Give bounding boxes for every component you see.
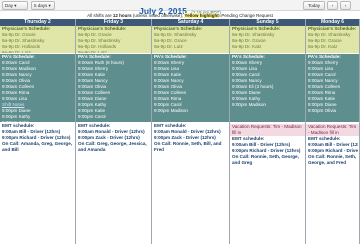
- day-header[interactable]: Thursday 2: [0, 19, 75, 26]
- info-prefix: All shifts are: [87, 13, 113, 18]
- highlight-legend-text: =Pending Change Request: [218, 13, 273, 18]
- pa-schedule[interactable]: PA's Schedule: 9:00am Sherry 9:00am Lisa 9:…: [152, 54, 229, 122]
- day-body: Physician's Schedule: 9a-9p Dr. Shastinsk…: [230, 26, 305, 244]
- day-body: Physician's Schedule: 9a-9p Dr. Gracie 9a-…: [76, 26, 151, 244]
- physician-shift: 9a-9p Dr. Lutz: [2, 50, 31, 53]
- day-header[interactable]: Friday 3: [76, 19, 151, 26]
- pa-shift: 9:00pm Madison: [232, 102, 266, 107]
- on-call-list: On Call: Ronnie, Seth, George, and Fred: [308, 154, 357, 165]
- on-call-list: On Call: Greg, George, Jessica, and Aman…: [78, 141, 147, 152]
- physician-schedule[interactable]: Physician's Schedule: 9a-9p Dr. Gracie 9a-…: [0, 26, 75, 53]
- pa-shift: 9:00pm Katie: [2, 120, 74, 122]
- physician-shift: 9a-9p Dr. Lutz: [78, 50, 107, 53]
- day-column: Thursday 2 Physician's Schedule: 9a-9p Dr.…: [0, 19, 76, 244]
- prev-icon[interactable]: ‹: [327, 1, 338, 10]
- pa-shift: 9:00pm Olivia: [308, 108, 337, 113]
- physician-schedule[interactable]: Physician's Schedule: 9a-9p Dr. Shastinsk…: [230, 26, 305, 53]
- events-section[interactable]: EMT schedule: 9:00am Bill - Driver (12hrs…: [0, 123, 75, 244]
- on-call-list: On Call: Ronnie, Seth, Bill, and Fred: [154, 141, 222, 152]
- pa-shift: 9:00pm Carol: [78, 114, 106, 119]
- day-column: Saturday 4 Physician's Schedule: 9a-9p Dr.…: [152, 19, 230, 244]
- day-column: Friday 3 Physician's Schedule: 9a-9p Dr. G…: [76, 19, 152, 244]
- physician-shift: 9a-9p Dr. Katz: [308, 44, 338, 49]
- day-body: Physician's Schedule: 9a-9p Dr. Shastinsk…: [152, 26, 229, 244]
- pa-schedule[interactable]: PA's Schedule: 9:00am Sherry 9:00am Lisa 9:…: [230, 54, 305, 122]
- day-column: Sunday 5 Physician's Schedule: 9a-9p Dr. S…: [230, 19, 306, 244]
- next-icon[interactable]: ›: [340, 1, 351, 10]
- physician-schedule[interactable]: Physician's Schedule: 9a-9p Dr. Shastinsk…: [306, 26, 359, 53]
- pa-schedule[interactable]: PA's Schedule: 9:00am Sherry 9:00am Lisa 9:…: [306, 54, 359, 122]
- toolbar: Day ▾ 5 days ▾ Today ‹ ›: [0, 0, 360, 11]
- day-header[interactable]: Saturday 4: [152, 19, 229, 26]
- calendar-grid: Thursday 2 Physician's Schedule: 9a-9p Dr.…: [0, 19, 360, 244]
- pa-shift: 9:00pm Madison: [154, 108, 188, 113]
- pa-schedule[interactable]: PA's Schedule: 9:00am Carol 9:00am Madison…: [0, 54, 75, 122]
- highlight-legend: Yellow highlight: [184, 13, 219, 18]
- info-suffix: (unless noted otherwise);: [131, 13, 185, 18]
- view-select-button[interactable]: Day ▾: [2, 1, 28, 10]
- day-header[interactable]: Monday 6: [306, 19, 359, 26]
- day-body: Physician's Schedule: 9a-9p Dr. Shastinsk…: [306, 26, 359, 244]
- day-body: Physician's Schedule: 9a-9p Dr. Gracie 9a-…: [0, 26, 75, 244]
- events-section[interactable]: Vacation Requests: Tim - Madison fill in…: [230, 123, 305, 244]
- events-section[interactable]: EMT schedule: 9:00am Ronald - Driver (12h…: [76, 123, 151, 244]
- events-section[interactable]: Vacation Requests: Tim - Madison fill in…: [306, 123, 359, 244]
- on-call-list: On Call: Amanda, Greg, George, and Bill: [2, 141, 73, 152]
- vacation-request[interactable]: Vacation Requests: Tim - Madison fill in: [306, 124, 359, 136]
- physician-schedule[interactable]: Physician's Schedule: 9a-9p Dr. Shastinsk…: [152, 26, 229, 53]
- physician-shift: 9a-9p Dr. Lutz: [154, 44, 183, 49]
- on-call-list: On Call: Ronnie, Seth, George, and Greg: [232, 154, 299, 165]
- physician-shift: 9a-9p Dr. Katz: [232, 44, 262, 49]
- day-column: Monday 6 Physician's Schedule: 9a-9p Dr. S…: [306, 19, 360, 244]
- today-button[interactable]: Today: [303, 1, 325, 10]
- range-select-button[interactable]: 5 days ▾: [31, 1, 55, 10]
- info-bar: All shifts are 12 hours (unless noted ot…: [0, 12, 360, 19]
- physician-schedule[interactable]: Physician's Schedule: 9a-9p Dr. Gracie 9a-…: [76, 26, 151, 53]
- day-header[interactable]: Sunday 5: [230, 19, 305, 26]
- pa-schedule[interactable]: PA's Schedule: 9:00am Ruth (8 hours) 9:00a…: [76, 54, 151, 122]
- events-section[interactable]: EMT schedule: 9:00am Ronald - Driver (12h…: [152, 123, 229, 244]
- info-hours: 12 hours: [112, 13, 132, 18]
- vacation-request[interactable]: Vacation Requests: Tim - Madison fill in: [230, 124, 305, 136]
